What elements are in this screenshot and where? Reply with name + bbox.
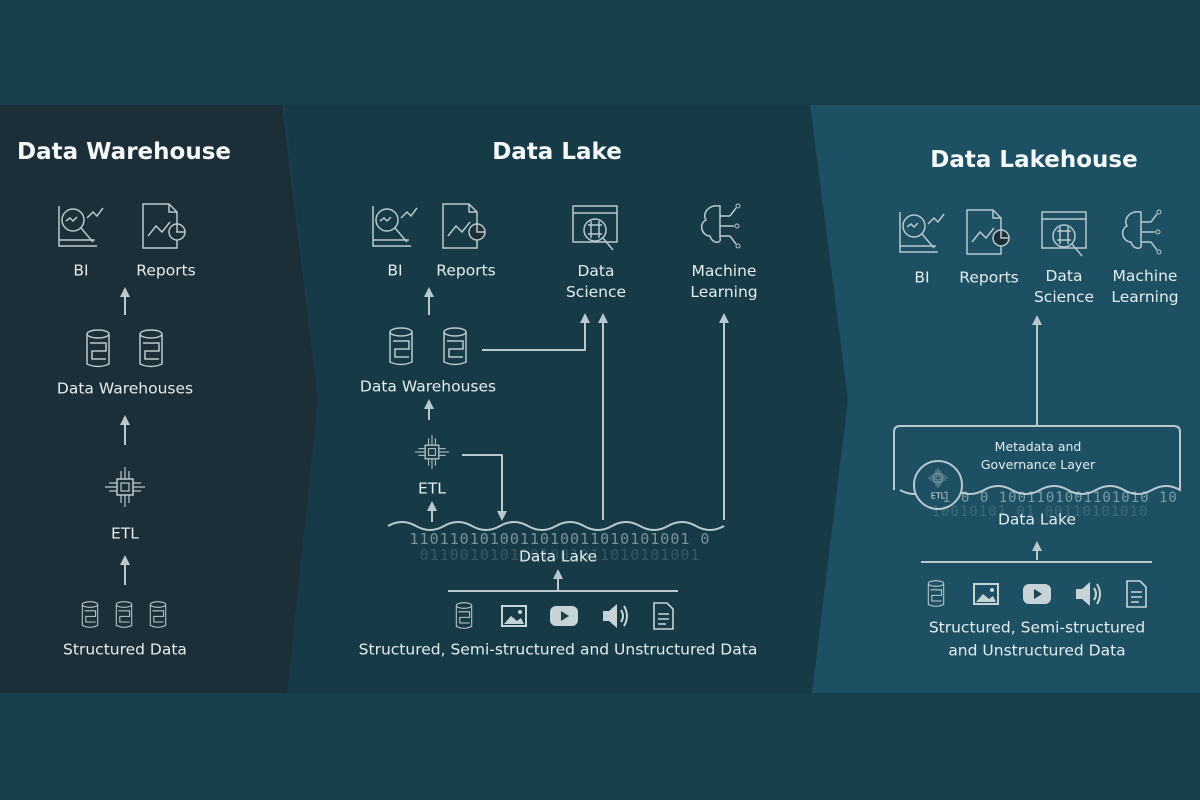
- data-science-label: Data Science: [565, 262, 627, 301]
- video-icon: [550, 606, 578, 626]
- data-science-label: Data Science: [1033, 267, 1095, 306]
- metadata-governance-label: Metadata and Governance Layer: [980, 439, 1096, 472]
- etl-label: ETL: [111, 524, 139, 543]
- source-data-label: Structured, Semi-structured and Unstruct…: [358, 640, 758, 659]
- warehouse-title: Data Warehouse: [17, 139, 231, 165]
- machine-learning-label: Machine Learning: [1111, 267, 1179, 306]
- lake-panel: [285, 105, 848, 693]
- reports-label: Reports: [959, 268, 1019, 287]
- data-warehouses-label: Data Warehouses: [359, 377, 497, 396]
- bi-label: BI: [73, 261, 89, 280]
- lakehouse-panel: [810, 105, 1200, 693]
- diagram-canvas: [0, 105, 1200, 693]
- bi-label: BI: [387, 261, 403, 280]
- video-icon: [1023, 584, 1051, 604]
- etl-label: ETL: [418, 479, 446, 498]
- source-data-label-line1: Structured, Semi-structured: [928, 618, 1146, 637]
- data-lake-label: Data Lake: [997, 510, 1077, 529]
- bi-label: BI: [914, 268, 930, 287]
- reports-label: Reports: [136, 261, 196, 280]
- structured-data-label: Structured Data: [63, 640, 187, 659]
- lakehouse-title: Data Lakehouse: [930, 147, 1138, 173]
- lake-title: Data Lake: [492, 139, 622, 165]
- source-data-label-line2: and Unstructured Data: [948, 641, 1126, 660]
- etl-label: ETL: [930, 491, 946, 501]
- reports-label: Reports: [436, 261, 496, 280]
- machine-learning-label: Machine Learning: [690, 262, 758, 301]
- data-warehouses-label: Data Warehouses: [56, 379, 194, 398]
- data-lake-label: Data Lake: [518, 547, 598, 566]
